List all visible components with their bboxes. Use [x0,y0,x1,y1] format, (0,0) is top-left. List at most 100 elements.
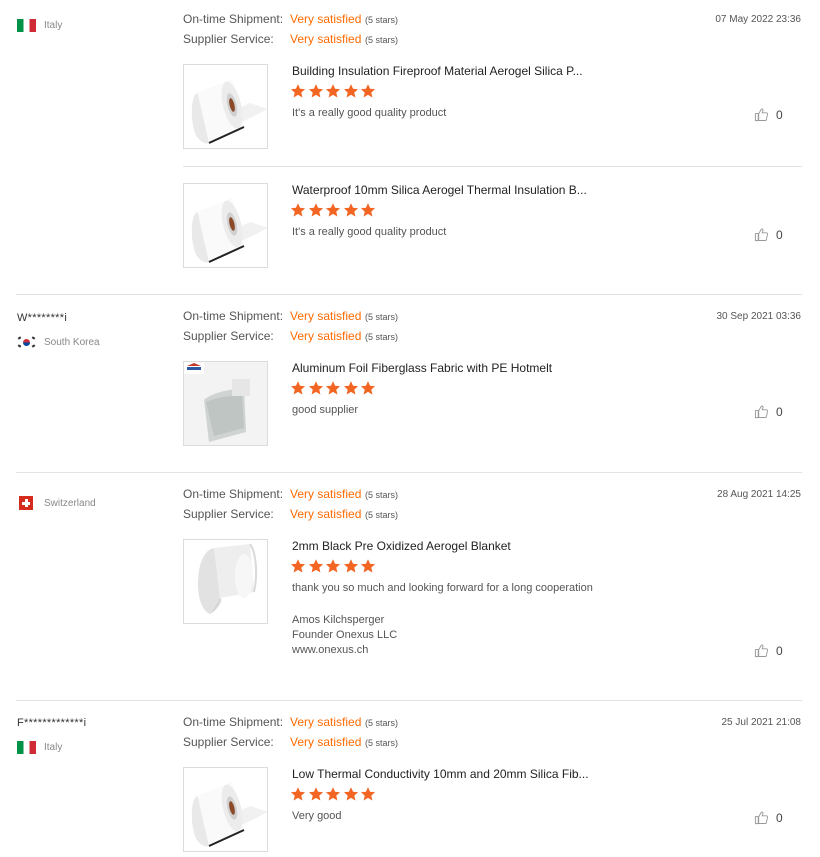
supplier-service-rating: Supplier Service: Very satisfied (5 star… [183,735,398,755]
rating-stars-text: (5 stars) [365,718,399,728]
item-divider [183,166,802,167]
product-thumbnail[interactable] [183,767,268,852]
review-date: 30 Sep 2021 03:36 [716,311,801,322]
review-comment: It's a really good quality product [292,226,447,238]
star-icon [290,83,306,99]
italy-flag-icon [17,19,36,32]
korea-flag-icon [17,336,36,349]
signature-line: Amos Kilchsperger [292,614,385,626]
review-ratings: On-time Shipment: Very satisfied (5 star… [183,715,398,755]
on-time-shipment-rating: On-time Shipment: Very satisfied (5 star… [183,309,398,329]
on-time-shipment-rating: On-time Shipment: Very satisfied (5 star… [183,487,398,507]
switzerland-flag-icon [19,496,33,510]
product-name-link[interactable]: 2mm Black Pre Oxidized Aerogel Blanket [292,539,511,553]
product-thumbnail[interactable] [183,183,268,268]
review-item: 2mm Black Pre Oxidized Aerogel Blanket t… [183,539,802,659]
white-roll-icon [184,65,268,149]
white-roll-icon [184,184,268,268]
supplier-service-rating: Supplier Service: Very satisfied (5 star… [183,329,398,349]
buyer-name: F*************i [17,717,87,729]
product-thumbnail[interactable] [183,361,268,446]
product-thumbnail[interactable] [183,539,268,624]
like-count: 0 [776,107,783,122]
foil-fabric-icon [184,362,268,446]
product-name-link[interactable]: Building Insulation Fireproof Material A… [292,64,583,78]
rating-label: On-time Shipment: [183,12,284,26]
rating-label: Supplier Service: [183,735,274,749]
review-item: Waterproof 10mm Silica Aerogel Thermal I… [183,183,802,269]
review-ratings: On-time Shipment: Very satisfied (5 star… [183,12,398,52]
like-button[interactable]: 0 [754,107,783,122]
star-icon [325,786,341,802]
rating-stars-text: (5 stars) [365,312,399,322]
buyer-name: W********i [17,312,68,324]
product-star-rating [290,83,378,99]
rating-value: Very satisfied [290,12,362,26]
review-separator [16,472,802,473]
like-count: 0 [776,643,783,658]
like-button[interactable]: 0 [754,810,783,825]
like-count: 0 [776,404,783,419]
on-time-shipment-rating: On-time Shipment: Very satisfied (5 star… [183,12,398,32]
star-icon [360,202,376,218]
like-button[interactable]: 0 [754,643,783,658]
star-icon [290,786,306,802]
like-button[interactable]: 0 [754,404,783,419]
product-star-rating [290,380,378,396]
thumbs-up-icon [754,107,769,122]
review-comment: It's a really good quality product [292,107,447,119]
star-icon [290,380,306,396]
star-icon [343,380,359,396]
rating-label: On-time Shipment: [183,487,284,501]
review-item: Low Thermal Conductivity 10mm and 20mm S… [183,767,802,853]
review-ratings: On-time Shipment: Very satisfied (5 star… [183,309,398,349]
like-button[interactable]: 0 [754,227,783,242]
like-count: 0 [776,227,783,242]
country-label: Italy [44,742,63,753]
star-icon [325,202,341,218]
rating-label: On-time Shipment: [183,309,284,323]
rating-value: Very satisfied [290,735,362,749]
review-item: Aluminum Foil Fiberglass Fabric with PE … [183,361,802,447]
review-date: 07 May 2022 23:36 [715,14,801,25]
white-roll-icon [184,768,268,852]
product-thumbnail[interactable] [183,64,268,149]
thumbs-up-icon [754,810,769,825]
white-sheet-icon [184,540,268,624]
review-signature: Amos Kilchsperger Founder Onexus LLC www… [292,613,397,658]
signature-line: Founder Onexus LLC [292,629,398,641]
italy-flag-icon [17,741,36,754]
star-icon [325,83,341,99]
rating-stars-text: (5 stars) [365,15,399,25]
star-icon [360,786,376,802]
rating-label: Supplier Service: [183,507,274,521]
buyer-country: Switzerland [17,496,177,510]
buyer-country: Italy [17,19,177,32]
review-date: 25 Jul 2021 21:08 [721,717,801,728]
rating-stars-text: (5 stars) [365,510,399,520]
rating-value: Very satisfied [290,329,362,343]
rating-stars-text: (5 stars) [365,738,399,748]
on-time-shipment-rating: On-time Shipment: Very satisfied (5 star… [183,715,398,735]
supplier-service-rating: Supplier Service: Very satisfied (5 star… [183,507,398,527]
country-label: Italy [44,20,63,31]
star-icon [308,202,324,218]
product-name-link[interactable]: Aluminum Foil Fiberglass Fabric with PE … [292,361,552,375]
buyer-country: South Korea [17,336,177,349]
rating-value: Very satisfied [290,507,362,521]
signature-line: www.onexus.ch [292,644,369,656]
product-star-rating [290,558,378,574]
country-label: South Korea [44,337,100,348]
star-icon [308,786,324,802]
product-name-link[interactable]: Waterproof 10mm Silica Aerogel Thermal I… [292,183,587,197]
buyer-info: Switzerland [17,496,177,510]
buyer-info: W********i South Korea [17,312,177,349]
rating-label: Supplier Service: [183,329,274,343]
product-name-link[interactable]: Low Thermal Conductivity 10mm and 20mm S… [292,767,589,781]
rating-label: Supplier Service: [183,32,274,46]
rating-stars-text: (5 stars) [365,35,399,45]
rating-value: Very satisfied [290,715,362,729]
product-star-rating [290,786,378,802]
rating-value: Very satisfied [290,309,362,323]
star-icon [325,558,341,574]
